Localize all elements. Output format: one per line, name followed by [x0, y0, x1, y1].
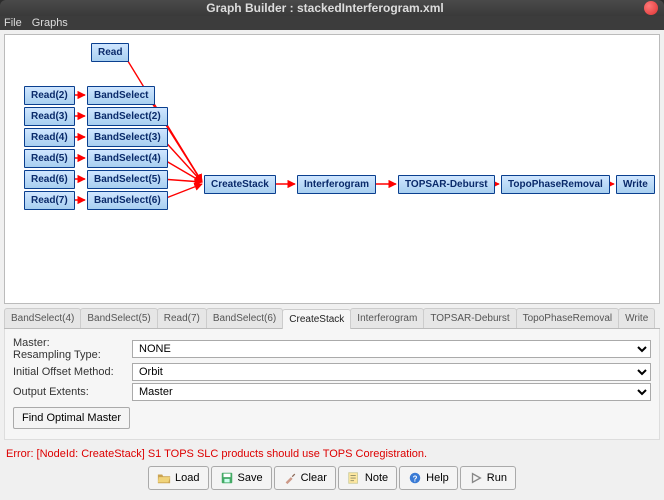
tab-bandselect4[interactable]: BandSelect(4): [4, 308, 81, 328]
node-topophaseremoval[interactable]: TopoPhaseRemoval: [501, 175, 610, 194]
close-icon[interactable]: [644, 1, 658, 15]
menubar: File Graphs: [0, 16, 664, 29]
node-read6[interactable]: Read(6): [24, 170, 75, 189]
graph-edges: [5, 35, 659, 303]
label-extents: Output Extents:: [13, 386, 128, 398]
window-title: Graph Builder : stackedInterferogram.xml: [6, 1, 644, 15]
node-bandselect4[interactable]: BandSelect(4): [87, 149, 168, 168]
tab-topsar-deburst[interactable]: TOPSAR-Deburst: [423, 308, 516, 328]
graph-canvas[interactable]: Read Read(2) Read(3) Read(4) Read(5) Rea…: [4, 34, 660, 304]
menu-file[interactable]: File: [4, 17, 22, 29]
extents-select[interactable]: Master: [132, 383, 651, 401]
node-read5[interactable]: Read(5): [24, 149, 75, 168]
help-icon: ?: [408, 471, 422, 485]
node-bandselect6[interactable]: BandSelect(6): [87, 191, 168, 210]
menu-graphs[interactable]: Graphs: [32, 17, 68, 29]
node-write[interactable]: Write: [616, 175, 655, 194]
svg-text:?: ?: [413, 475, 418, 484]
note-button[interactable]: Note: [338, 466, 397, 490]
node-read7[interactable]: Read(7): [24, 191, 75, 210]
node-read2[interactable]: Read(2): [24, 86, 75, 105]
tab-bandselect6[interactable]: BandSelect(6): [206, 308, 283, 328]
node-bandselect2[interactable]: BandSelect(2): [87, 107, 168, 126]
resampling-select[interactable]: NONE: [132, 340, 651, 358]
node-bandselect3[interactable]: BandSelect(3): [87, 128, 168, 147]
tab-interferogram[interactable]: Interferogram: [350, 308, 424, 328]
node-bandselect[interactable]: BandSelect: [87, 86, 155, 105]
help-button[interactable]: ? Help: [399, 466, 458, 490]
form-panel: Master: Resampling Type: NONE Initial Of…: [4, 329, 660, 440]
error-text: Error: [NodeId: CreateStack] S1 TOPS SLC…: [6, 448, 658, 460]
tab-createstack[interactable]: CreateStack: [282, 309, 351, 329]
tab-topophaseremoval[interactable]: TopoPhaseRemoval: [516, 308, 620, 328]
node-bandselect5[interactable]: BandSelect(5): [87, 170, 168, 189]
node-interferogram[interactable]: Interferogram: [297, 175, 376, 194]
label-offset: Initial Offset Method:: [13, 366, 128, 378]
note-icon: [347, 471, 361, 485]
footer-buttons: Load Save Clear Note ? Help Run: [4, 462, 660, 496]
node-createstack[interactable]: CreateStack: [204, 175, 276, 194]
offset-select[interactable]: Orbit: [132, 363, 651, 381]
label-master-resampling: Master: Resampling Type:: [13, 337, 128, 361]
folder-open-icon: [157, 471, 171, 485]
save-button[interactable]: Save: [211, 466, 272, 490]
tab-bandselect5[interactable]: BandSelect(5): [80, 308, 157, 328]
load-button[interactable]: Load: [148, 466, 208, 490]
floppy-icon: [220, 471, 234, 485]
broom-icon: [283, 471, 297, 485]
clear-button[interactable]: Clear: [274, 466, 336, 490]
node-read4[interactable]: Read(4): [24, 128, 75, 147]
titlebar: Graph Builder : stackedInterferogram.xml: [0, 0, 664, 16]
tabs: BandSelect(4) BandSelect(5) Read(7) Band…: [4, 308, 660, 329]
run-button[interactable]: Run: [460, 466, 516, 490]
node-topsar-deburst[interactable]: TOPSAR-Deburst: [398, 175, 495, 194]
tab-read7[interactable]: Read(7): [157, 308, 207, 328]
play-icon: [469, 471, 483, 485]
node-read3[interactable]: Read(3): [24, 107, 75, 126]
find-optimal-master-button[interactable]: Find Optimal Master: [13, 407, 130, 429]
node-read[interactable]: Read: [91, 43, 129, 62]
tab-write[interactable]: Write: [618, 308, 655, 328]
